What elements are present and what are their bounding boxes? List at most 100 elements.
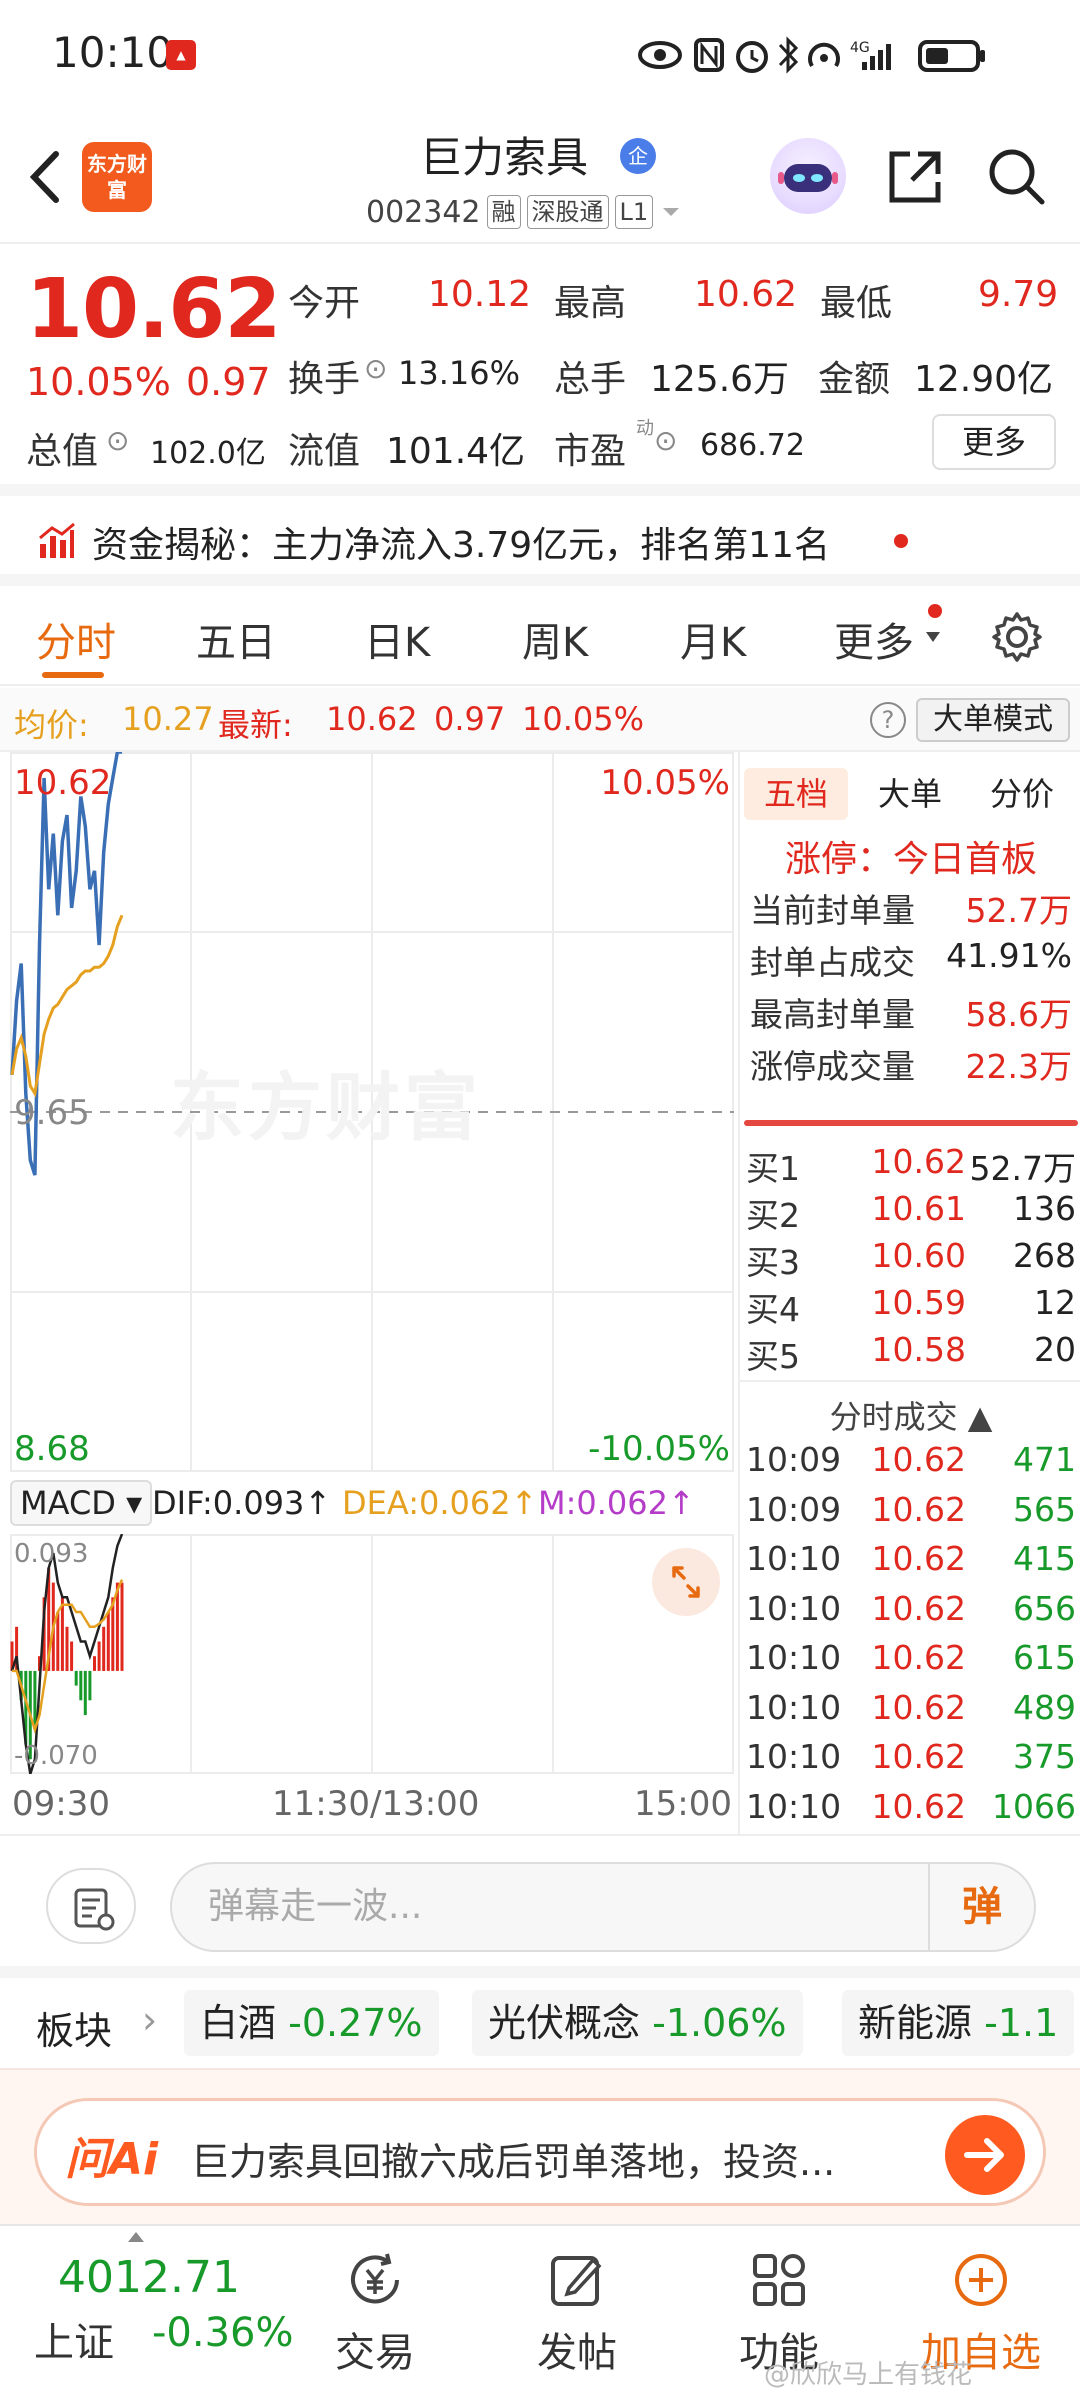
avg-label: 均价: [14,706,89,744]
tick-volume: 489 [1013,1687,1076,1727]
y-mid-label: 9.65 [14,1093,90,1133]
weibo-watermark: @欣欣马上有钱花 [764,2360,973,2390]
sector-chip[interactable]: 白酒 -0.27% [184,1990,439,2056]
order-book-row[interactable]: 买5 10.58 20 [746,1330,1078,1378]
order-book-row[interactable]: 买4 10.59 12 [746,1283,1078,1331]
macd-bar [74,1670,78,1686]
tick-time: 10:10 [746,1638,842,1677]
tab-daily-k[interactable]: 日K [364,610,430,668]
tick-time: 10:10 [746,1687,842,1727]
index-change[interactable]: -0.36% [152,2310,294,2356]
dif-label: DIF:0.093↑ [152,1484,332,1522]
tab-more[interactable]: 更多 [834,610,914,668]
last-price: 10.62 [26,262,281,357]
limit-row-value: 22.3万 [965,1047,1072,1086]
chevron-right-icon[interactable]: › [142,1998,157,2042]
search-icon[interactable] [984,144,1048,208]
tick-time: 10:10 [746,1539,842,1578]
edit-icon [551,2256,602,2306]
chart-tabs: 分时 五日 日K 周K 月K 更多 [0,588,1080,686]
ticks-title[interactable]: 分时成交 ▲ [740,1380,1080,1436]
tick-volume: 415 [1013,1539,1076,1578]
book-level: 买1 [746,1149,800,1188]
caret-up-icon [128,2232,144,2242]
ai-assistant-avatar[interactable] [770,138,846,214]
info-icon[interactable]: ⊙ [364,352,387,385]
stock-code: 002342 [366,194,481,230]
mktcap-value: 102.0亿 [150,436,266,471]
sector-chip[interactable]: 光伏概念 -1.06% [472,1990,803,2056]
float-label: 流值 [288,431,361,472]
nfc-icon [694,38,724,72]
nav-trade[interactable]: 交易 [310,2236,440,2396]
order-book-row[interactable]: 买2 10.61 136 [746,1189,1078,1237]
sector-name: 新能源 [858,2001,973,2045]
gear-icon[interactable] [990,610,1044,664]
sector-chip[interactable]: 新能源 -1.1 [842,1990,1075,2056]
tab-monthly-k[interactable]: 月K [680,610,746,668]
expand-button[interactable] [652,1548,720,1616]
index-value[interactable]: 4012.71 [58,2252,240,2303]
tab-big-order[interactable]: 大单 [858,768,962,820]
stock-code-row[interactable]: 002342 融 深股通 L1 [366,192,683,232]
time-label-close: 15:00 [634,1784,732,1824]
tick-row: 10:10 10.62 615 [746,1638,1078,1677]
order-book-row[interactable]: 买1 10.62 52.7万 [746,1142,1078,1190]
bottom-nav: 4012.71 上证 -0.36% 交易 发帖 功能 加自选 @欣欣马上有钱花 [0,2224,1080,2400]
danmu-toggle-button[interactable] [46,1868,136,1944]
nav-post[interactable]: 发帖 [512,2236,642,2396]
index-name[interactable]: 上证 [34,2310,114,2368]
tab-five-level[interactable]: 五档 [744,768,848,820]
brand-logo[interactable]: 东方财富 [82,142,152,212]
sector-label[interactable]: 板块 [36,2000,112,2055]
pe-label: 市盈 [554,431,627,472]
arrow-right-icon [964,2138,1004,2172]
tab-weekly-k[interactable]: 周K [522,610,588,668]
order-book-panel: 五档 大单 分价 涨停：今日首板 当前封单量 52.7万 封单占成交 41.91% 最高… [738,752,1080,1834]
ai-question-pill[interactable]: 问Ai 巨力索具回撤六成后罚单落地，投资... [34,2098,1046,2206]
macd-chart[interactable]: 0.093 -0.070 [10,1534,734,1774]
trade-icon [351,2253,399,2304]
indicator-selector[interactable]: MACD ▾ [10,1480,153,1526]
book-price: 10.58 [871,1330,966,1369]
book-level: 买2 [746,1196,800,1235]
danmu-icon [74,1888,115,1931]
macd-bar [106,1612,110,1671]
amount-value: 12.90亿 [914,359,1054,400]
limit-row-value: 58.6万 [965,995,1072,1034]
limit-row: 涨停成交量 22.3万 [750,1040,1072,1088]
status-time: 10:10 [52,28,174,77]
tick-row: 10:09 10.62 471 [746,1440,1078,1479]
app-notification-icon: ▲ [166,40,196,70]
limit-row-value: 41.91% [946,936,1072,975]
limit-row-label: 涨停成交量 [750,1047,915,1086]
order-book-row[interactable]: 买3 10.60 268 [746,1236,1078,1284]
danmu-input[interactable]: 弹幕走一波... [170,1862,1036,1952]
tick-price: 10.62 [871,1440,966,1479]
tick-price: 10.62 [871,1786,966,1826]
info-icon[interactable]: ⊙ [106,424,129,457]
tick-volume: 656 [1013,1588,1076,1628]
tab-five-day[interactable]: 五日 [196,610,276,668]
danmu-send-button[interactable]: 弹 [928,1864,1034,1950]
tab-intraday[interactable]: 分时 [36,610,116,668]
high-value: 10.62 [694,274,798,315]
funds-flow-row[interactable]: 资金揭秘：主力净流入3.79亿元，排名第11名 [0,496,1080,586]
big-order-mode-button[interactable]: 大单模式 [916,698,1070,742]
mktcap-label: 总值 [26,431,99,472]
ticks-title-text: 分时成交 [829,1398,958,1436]
tab-price-dist[interactable]: 分价 [970,768,1074,820]
sector-change: -1.1 [984,2001,1059,2045]
status-bar: 10:10 ▲ 4G [0,0,1080,112]
macd-top-label: 0.093 [14,1539,88,1569]
help-icon[interactable]: ? [870,702,906,738]
ai-go-button[interactable] [945,2115,1025,2195]
back-icon[interactable] [20,142,70,212]
share-icon[interactable] [884,144,948,208]
info-icon[interactable]: ⊙ [654,424,677,457]
amount-label: 金额 [818,359,891,400]
book-volume: 268 [1013,1236,1076,1275]
macd-grid [10,1534,734,1774]
more-button[interactable]: 更多 [932,414,1056,470]
macd-bar [70,1641,74,1671]
